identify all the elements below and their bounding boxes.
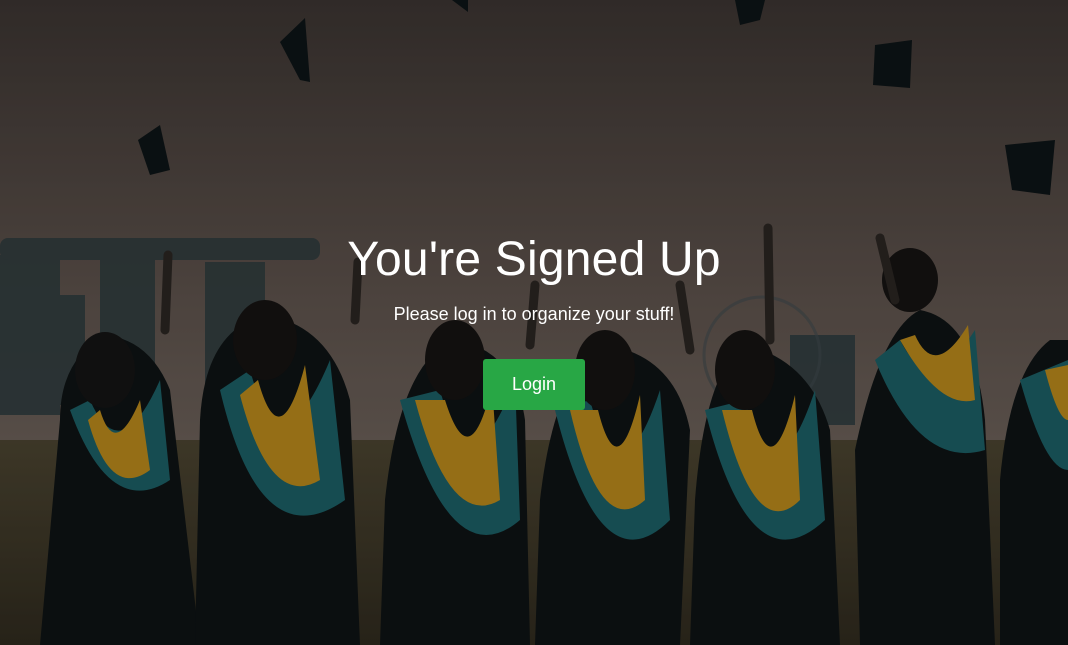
hero-content: You're Signed Up Please log in to organi… [0,228,1068,410]
login-button[interactable]: Login [482,359,586,410]
page-title: You're Signed Up [347,233,721,286]
page-subtitle: Please log in to organize your stuff! [393,304,675,324]
signup-confirmation-hero: You're Signed Up Please log in to organi… [0,0,1068,645]
